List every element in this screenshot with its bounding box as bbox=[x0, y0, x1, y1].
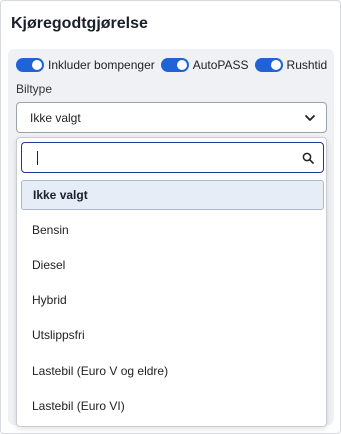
section-title: Kjøregodtgjørelse bbox=[11, 15, 148, 32]
kjoregodtgjorelse-panel: Kjøregodtgjørelse Inkluder bompenger Aut… bbox=[0, 0, 341, 434]
toggle-row: Inkluder bompenger AutoPASS Rushtid bbox=[16, 57, 327, 73]
biltype-selected-value: Ikke valgt bbox=[30, 110, 81, 125]
toggle-label: AutoPASS bbox=[192, 58, 249, 72]
biltype-select[interactable]: Ikke valgt bbox=[16, 102, 327, 133]
option-diesel[interactable]: Diesel bbox=[21, 250, 324, 280]
option-utslippsfri[interactable]: Utslippsfri bbox=[21, 320, 324, 350]
search-input[interactable] bbox=[32, 148, 292, 168]
toggle-switch[interactable] bbox=[16, 58, 44, 72]
chevron-down-icon bbox=[305, 115, 315, 121]
option-lastebil-euro-v[interactable]: Lastebil (Euro V og eldre) bbox=[21, 356, 324, 386]
toggle-label: Inkluder bompenger bbox=[48, 58, 155, 72]
toggle-inkluder-bompenger[interactable]: Inkluder bompenger bbox=[16, 58, 155, 72]
toggle-autopass[interactable]: AutoPASS bbox=[160, 58, 249, 72]
biltype-search-field[interactable] bbox=[21, 142, 324, 173]
biltype-label: Biltype bbox=[16, 82, 53, 96]
toggle-switch[interactable] bbox=[254, 58, 283, 72]
toggle-switch[interactable] bbox=[160, 58, 189, 72]
option-hybrid[interactable]: Hybrid bbox=[21, 285, 324, 315]
biltype-dropdown: Ikke valgt Bensin Diesel Hybrid Utslipps… bbox=[16, 137, 327, 427]
toggle-label: Rushtid bbox=[286, 58, 328, 72]
toggle-rushtid[interactable]: Rushtid bbox=[254, 58, 328, 72]
option-ikke-valgt[interactable]: Ikke valgt bbox=[21, 180, 324, 210]
option-lastebil-euro-vi[interactable]: Lastebil (Euro VI) bbox=[21, 391, 324, 421]
search-icon bbox=[302, 152, 314, 164]
option-bensin[interactable]: Bensin bbox=[21, 215, 324, 245]
text-cursor bbox=[37, 151, 38, 165]
